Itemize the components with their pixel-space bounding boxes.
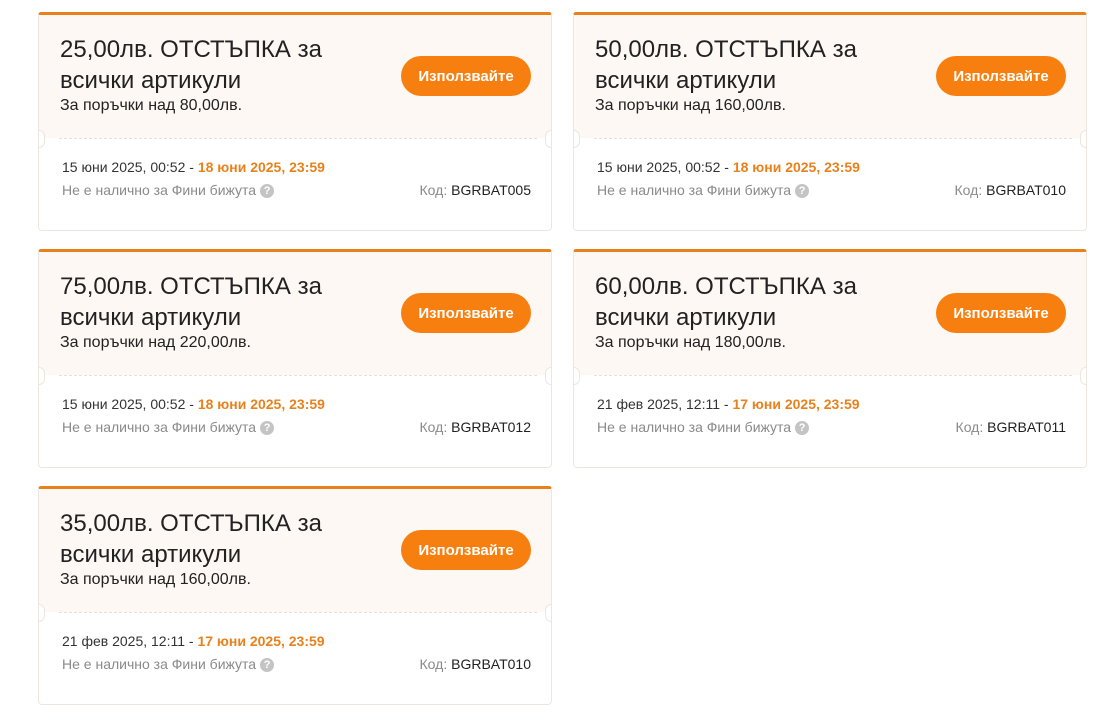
coupon-divider: [59, 375, 537, 376]
coupon-divider: [59, 612, 537, 613]
coupon-card: 35,00лв. ОТСТЪПКА за всички артикули За …: [38, 486, 552, 705]
coupon-title: 25,00лв. ОТСТЪПКА за всички артикули: [60, 36, 322, 94]
date-separator: -: [185, 159, 198, 175]
code-label: Код:: [419, 656, 448, 672]
availability-text: Не е налично за Фини бижута: [62, 656, 257, 672]
coupon-title: 35,00лв. ОТСТЪПКА за всички артикули: [60, 510, 322, 568]
code-label: Код:: [419, 419, 448, 435]
coupon-start-date: 15 юни 2025, 00:52: [62, 159, 186, 175]
coupon-code: Код: BGRBAT005: [420, 181, 531, 199]
coupon-card: 75,00лв. ОТСТЪПКА за всички артикули За …: [38, 249, 552, 468]
coupon-card: 25,00лв. ОТСТЪПКА за всички артикули За …: [38, 12, 552, 231]
use-coupon-button[interactable]: Използвайте: [401, 530, 531, 570]
coupon-validity: 15 юни 2025, 00:52 - 18 юни 2025, 23:59: [62, 395, 325, 413]
coupon-availability: Не е налично за Фини бижута?: [62, 181, 275, 199]
question-circle-icon[interactable]: ?: [795, 184, 810, 198]
coupon-code: Код: BGRBAT012: [420, 418, 531, 436]
code-label: Код:: [955, 419, 984, 435]
coupon-condition: За поръчки над 80,00лв.: [60, 97, 243, 114]
availability-text: Не е налично за Фини бижута: [597, 182, 792, 198]
coupon-card: 50,00лв. ОТСТЪПКА за всички артикули За …: [573, 12, 1087, 231]
coupon-divider: [59, 138, 537, 139]
coupon-availability: Не е налично за Фини бижута?: [597, 418, 810, 436]
coupon-start-date: 15 юни 2025, 00:52: [62, 396, 186, 412]
code-value: BGRBAT005: [451, 182, 531, 198]
coupon-start-date: 15 юни 2025, 00:52: [597, 159, 721, 175]
code-label: Код:: [419, 182, 448, 198]
use-coupon-button[interactable]: Използвайте: [936, 293, 1066, 333]
coupon-notch-left: [574, 130, 580, 148]
coupon-availability: Не е налично за Фини бижута?: [62, 418, 275, 436]
coupon-notch-left: [39, 130, 45, 148]
coupon-availability: Не е налично за Фини бижута?: [62, 655, 275, 673]
coupon-grid: 25,00лв. ОТСТЪПКА за всички артикули За …: [0, 0, 1102, 723]
coupon-notch-left: [574, 367, 580, 385]
coupon-availability: Не е налично за Фини бижута?: [597, 181, 810, 199]
availability-text: Не е налично за Фини бижута: [62, 419, 257, 435]
date-separator: -: [185, 396, 198, 412]
coupon-title: 75,00лв. ОТСТЪПКА за всички артикули: [60, 273, 322, 331]
code-value: BGRBAT010: [451, 656, 531, 672]
coupon-validity: 21 фев 2025, 12:11 - 17 юни 2025, 23:59: [62, 632, 325, 650]
coupon-validity: 21 фев 2025, 12:11 - 17 юни 2025, 23:59: [597, 395, 860, 413]
coupon-notch-left: [39, 367, 45, 385]
question-circle-icon[interactable]: ?: [260, 658, 275, 672]
code-value: BGRBAT012: [451, 419, 531, 435]
question-circle-icon[interactable]: ?: [260, 421, 275, 435]
coupon-start-date: 21 фев 2025, 12:11: [62, 633, 186, 649]
coupon-end-date: 18 юни 2025, 23:59: [197, 159, 325, 175]
coupon-notch-left: [39, 604, 45, 622]
code-value: BGRBAT010: [986, 182, 1066, 198]
coupon-condition: За поръчки над 220,00лв.: [60, 334, 251, 351]
coupon-title: 50,00лв. ОТСТЪПКА за всички артикули: [595, 36, 857, 94]
coupon-condition: За поръчки над 180,00лв.: [595, 334, 786, 351]
availability-text: Не е налично за Фини бижута: [597, 419, 792, 435]
code-value: BGRBAT011: [987, 419, 1066, 435]
coupon-card: 60,00лв. ОТСТЪПКА за всички артикули За …: [573, 249, 1087, 468]
date-separator: -: [185, 633, 198, 649]
coupon-divider: [594, 138, 1072, 139]
coupon-validity: 15 юни 2025, 00:52 - 18 юни 2025, 23:59: [62, 158, 325, 176]
coupon-end-date: 18 юни 2025, 23:59: [732, 159, 860, 175]
coupon-notch-right: [545, 367, 551, 385]
date-separator: -: [720, 159, 733, 175]
coupon-end-date: 18 юни 2025, 23:59: [197, 396, 325, 412]
date-separator: -: [720, 396, 733, 412]
coupon-code: Код: BGRBAT010: [420, 655, 531, 673]
code-label: Код:: [954, 182, 983, 198]
question-circle-icon[interactable]: ?: [795, 421, 810, 435]
coupon-start-date: 21 фев 2025, 12:11: [597, 396, 721, 412]
use-coupon-button[interactable]: Използвайте: [401, 56, 531, 96]
coupon-end-date: 17 юни 2025, 23:59: [197, 633, 325, 649]
coupon-notch-right: [545, 604, 551, 622]
coupon-notch-right: [1080, 367, 1086, 385]
coupon-code: Код: BGRBAT010: [955, 181, 1066, 199]
question-circle-icon[interactable]: ?: [260, 184, 275, 198]
coupon-validity: 15 юни 2025, 00:52 - 18 юни 2025, 23:59: [597, 158, 860, 176]
use-coupon-button[interactable]: Използвайте: [401, 293, 531, 333]
coupon-end-date: 17 юни 2025, 23:59: [732, 396, 860, 412]
availability-text: Не е налично за Фини бижута: [62, 182, 257, 198]
coupon-title: 60,00лв. ОТСТЪПКА за всички артикули: [595, 273, 857, 331]
coupon-condition: За поръчки над 160,00лв.: [595, 97, 786, 114]
coupon-condition: За поръчки над 160,00лв.: [60, 571, 251, 588]
coupon-notch-right: [545, 130, 551, 148]
coupon-code: Код: BGRBAT011: [956, 418, 1066, 436]
use-coupon-button[interactable]: Използвайте: [936, 56, 1066, 96]
coupon-divider: [594, 375, 1072, 376]
coupon-notch-right: [1080, 130, 1086, 148]
